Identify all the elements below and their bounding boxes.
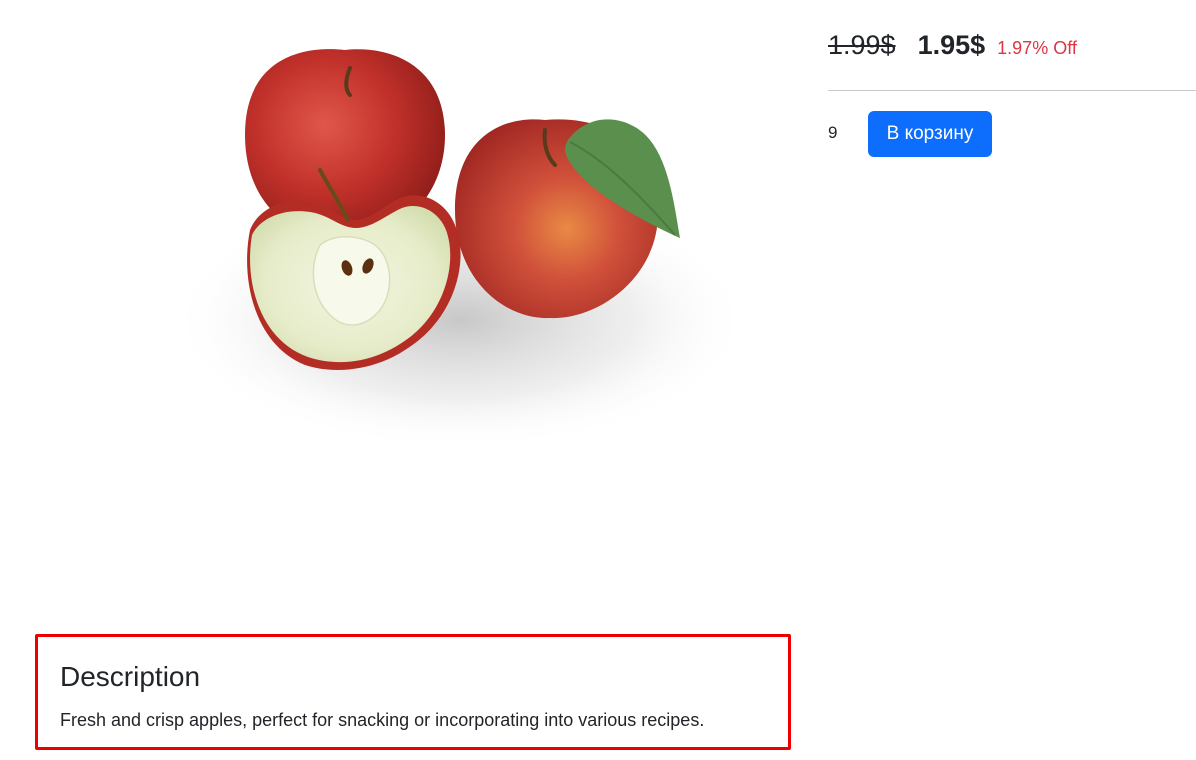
apples-illustration [170, 49, 750, 450]
product-image [160, 30, 760, 470]
add-to-cart-button[interactable]: В корзину [868, 111, 992, 157]
description-text: Fresh and crisp apples, perfect for snac… [60, 710, 705, 730]
current-price: 1.95$ [917, 30, 986, 60]
quantity-value[interactable]: 9 [828, 123, 837, 143]
price-row: 1.99$ 1.95$ 1.97% Off [828, 30, 1077, 61]
discount-label: 1.97% Off [997, 38, 1077, 58]
old-price: 1.99$ [828, 30, 896, 60]
price-divider [828, 90, 1196, 91]
description-title: Description [60, 661, 201, 692]
description-section: Description Fresh and crisp apples, perf… [35, 634, 791, 750]
product-page: 1.99$ 1.95$ 1.97% Off 9 В корзину Descri… [0, 0, 1196, 760]
